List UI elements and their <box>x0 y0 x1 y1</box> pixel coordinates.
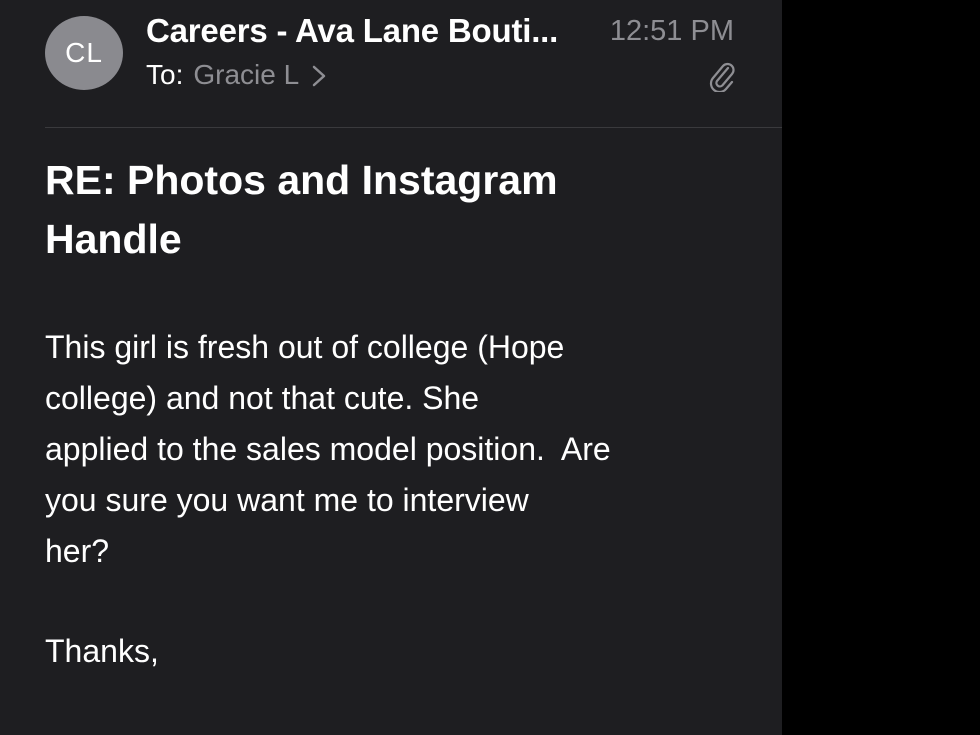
paperclip-icon[interactable] <box>708 60 736 94</box>
sender-name[interactable]: Careers - Ava Lane Bouti... <box>146 12 558 50</box>
body-line: applied to the sales model position. Are <box>45 431 611 467</box>
recipient-name[interactable]: Gracie L <box>193 59 299 91</box>
body-line: college) and not that cute. She <box>45 380 480 416</box>
avatar-initials: CL <box>65 37 103 68</box>
letterbox-band <box>782 0 980 735</box>
email-subject: RE: Photos and Instagram Handle <box>45 151 685 269</box>
to-label: To: <box>146 59 184 90</box>
header-divider <box>45 127 782 128</box>
chevron-right-icon[interactable] <box>311 63 327 87</box>
body-line: her? <box>45 533 110 569</box>
message-time: 12:51 PM <box>609 15 734 47</box>
body-line: you sure you want me to interview <box>45 482 529 518</box>
subject-line: Handle <box>45 216 182 262</box>
subject-line: RE: Photos and Instagram <box>45 157 558 203</box>
email-body: This girl is fresh out of college (Hope … <box>45 322 735 577</box>
sender-avatar[interactable]: CL <box>45 16 123 90</box>
body-line: This girl is fresh out of college (Hope <box>45 329 565 365</box>
recipient-line[interactable]: To: Gracie L <box>146 59 327 91</box>
email-view: CL Careers - Ava Lane Bouti... 12:51 PM … <box>0 0 782 735</box>
email-signoff: Thanks, <box>45 633 159 669</box>
